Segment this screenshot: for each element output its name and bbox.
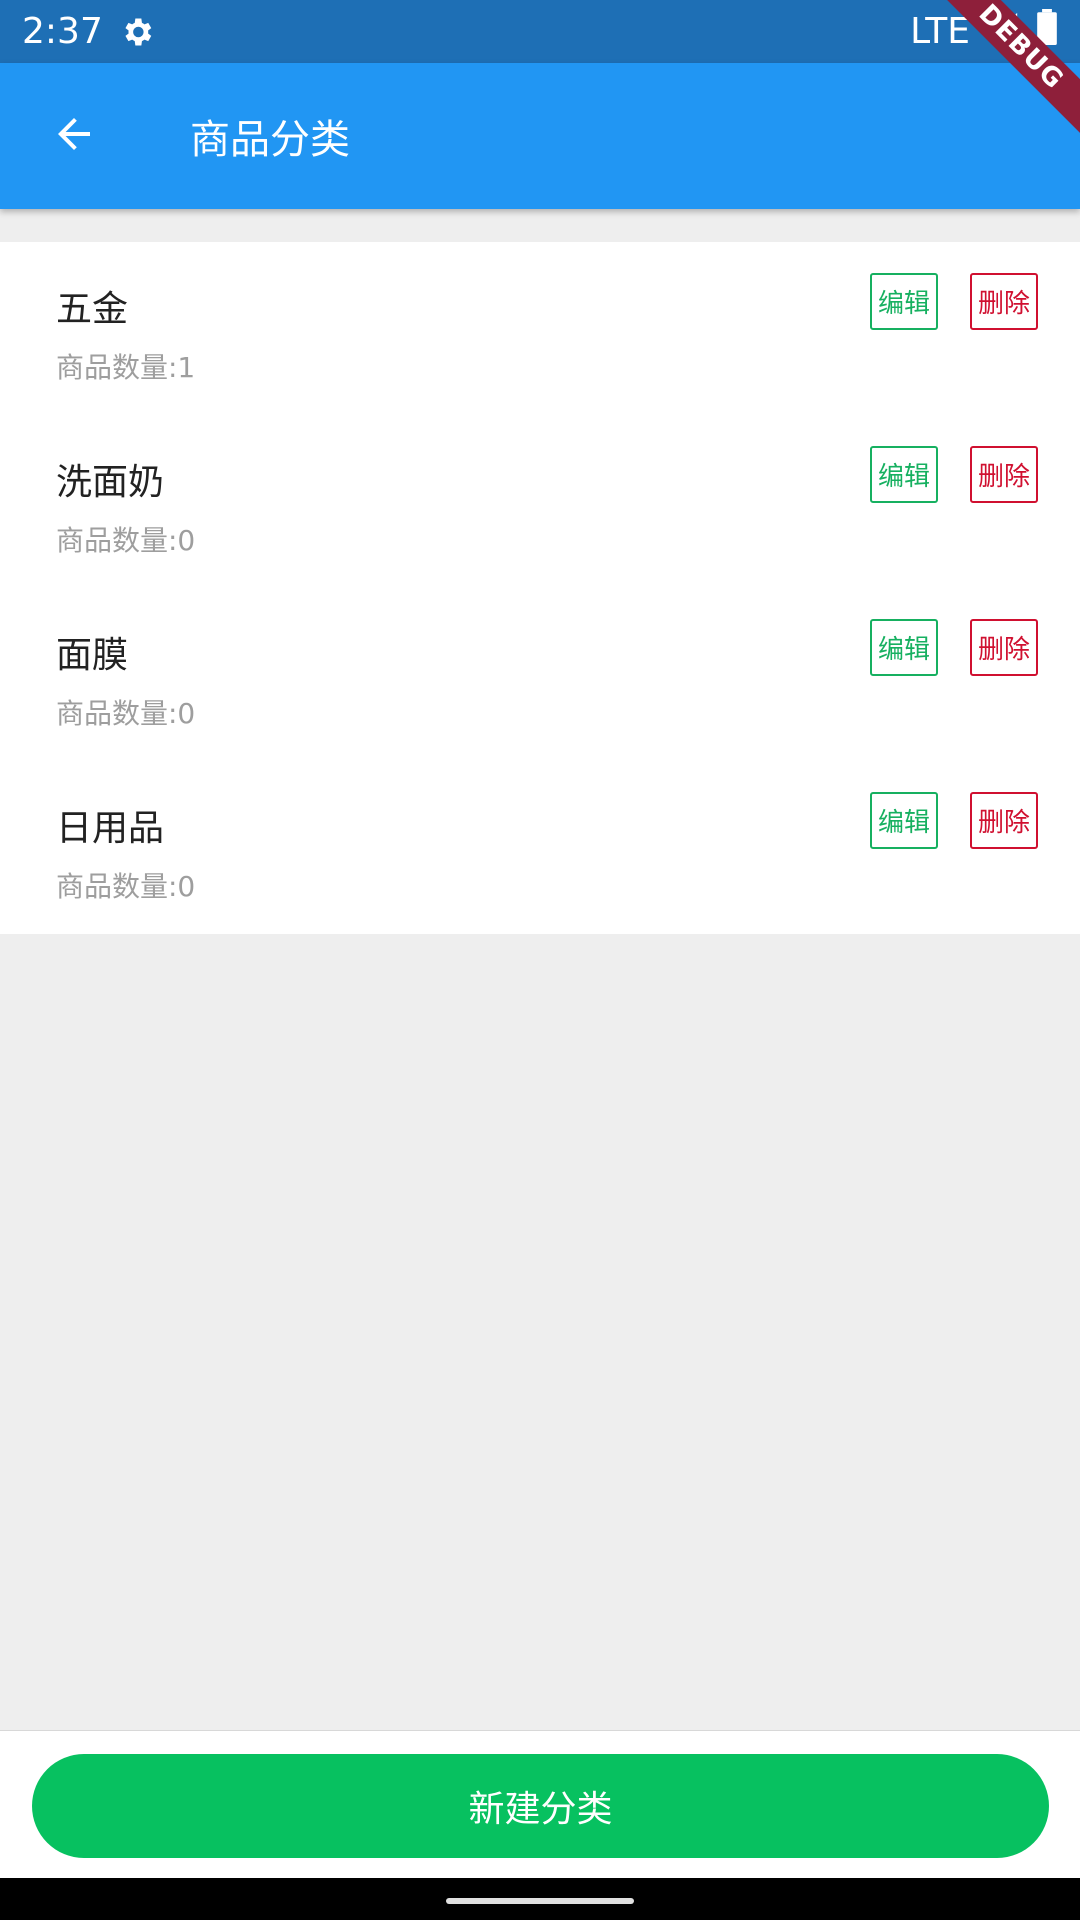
category-count: 商品数量:0	[56, 697, 196, 730]
delete-button[interactable]: 删除	[970, 792, 1038, 849]
list-item: 面膜 商品数量:0 编辑 删除	[0, 588, 1080, 761]
status-left: 2:37	[22, 11, 155, 52]
edit-button[interactable]: 编辑	[870, 792, 938, 849]
category-name: 面膜	[56, 635, 129, 676]
bottom-panel: 新建分类	[0, 1730, 1080, 1878]
delete-button[interactable]: 删除	[970, 446, 1038, 503]
category-name: 五金	[56, 289, 129, 330]
back-button[interactable]	[34, 96, 114, 176]
list-item: 日用品 商品数量:0 编辑 删除	[0, 761, 1080, 934]
list-item: 洗面奶 商品数量:0 编辑 删除	[0, 415, 1080, 588]
category-count: 商品数量:0	[56, 524, 196, 557]
category-list: 五金 商品数量:1 编辑 删除 洗面奶 商品数量:0 编辑 删除 面膜 商品数量…	[0, 242, 1080, 934]
status-time: 2:37	[22, 11, 103, 52]
gear-icon	[119, 14, 155, 50]
network-label: LTE	[910, 11, 970, 52]
delete-button[interactable]: 删除	[970, 273, 1038, 330]
category-count: 商品数量:1	[56, 351, 196, 384]
home-indicator[interactable]	[446, 1898, 634, 1904]
category-count: 商品数量:0	[56, 870, 196, 903]
nav-bar	[0, 1878, 1080, 1920]
delete-button[interactable]: 删除	[970, 619, 1038, 676]
arrow-back-icon	[50, 110, 98, 162]
list-item: 五金 商品数量:1 编辑 删除	[0, 242, 1080, 415]
new-category-button[interactable]: 新建分类	[32, 1754, 1049, 1858]
edit-button[interactable]: 编辑	[870, 446, 938, 503]
status-bar: 2:37 LTE	[0, 0, 1080, 63]
category-name: 日用品	[56, 808, 165, 849]
category-name: 洗面奶	[56, 462, 165, 503]
edit-button[interactable]: 编辑	[870, 273, 938, 330]
edit-button[interactable]: 编辑	[870, 619, 938, 676]
app-bar: 商品分类	[0, 63, 1080, 209]
page-title: 商品分类	[190, 117, 350, 163]
